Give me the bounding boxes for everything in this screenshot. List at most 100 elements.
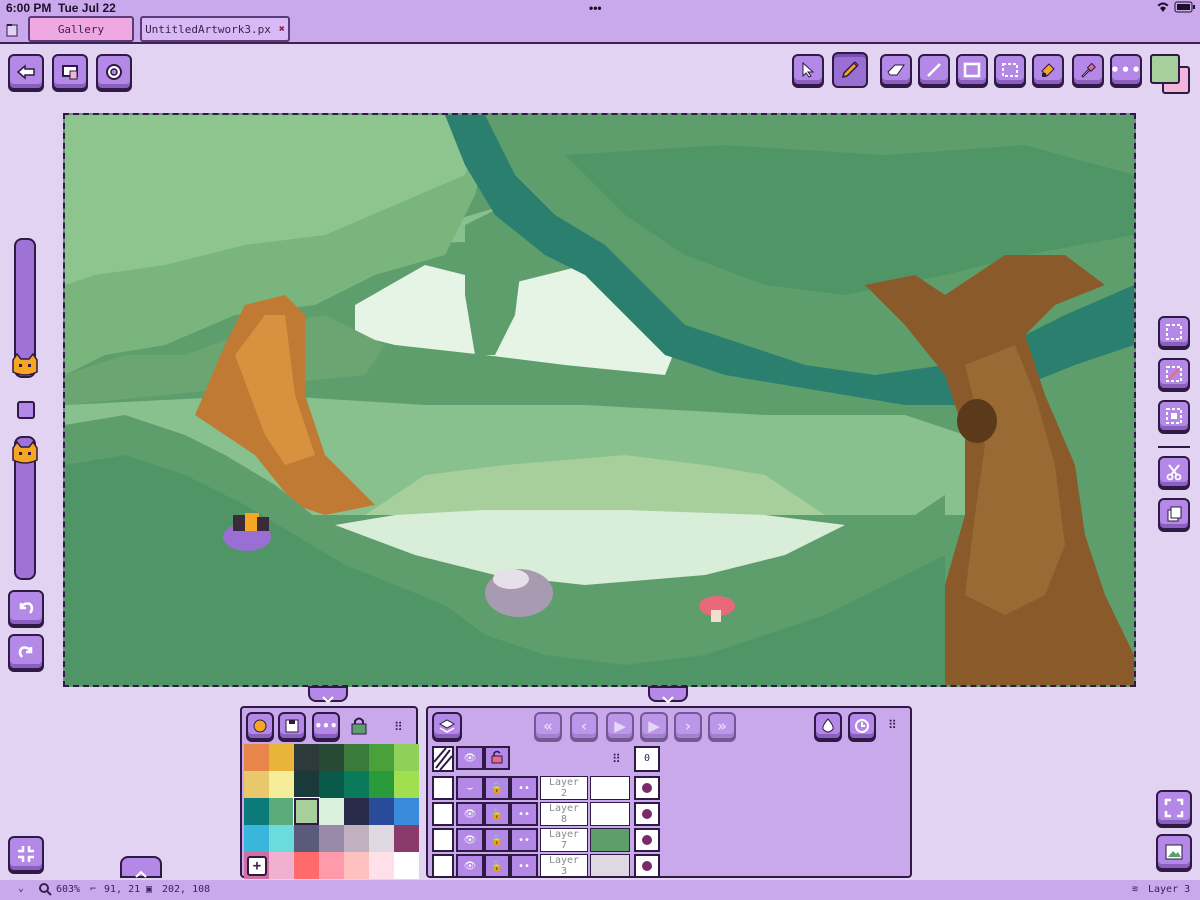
palette-swatch[interactable] xyxy=(369,744,394,771)
layer-link-toggle[interactable]: •• xyxy=(510,854,538,876)
palette-swatch[interactable] xyxy=(244,825,269,852)
palette-collapse-toggle[interactable] xyxy=(308,686,348,704)
last-frame-button[interactable]: » xyxy=(708,712,736,740)
palette-swatch[interactable] xyxy=(369,852,394,879)
move-tool-button[interactable] xyxy=(792,54,824,86)
reference-image-button[interactable] xyxy=(1156,834,1192,870)
canvas-settings-button[interactable] xyxy=(52,54,88,90)
layer-link-toggle[interactable]: •• xyxy=(510,828,538,852)
layer-select-checkbox[interactable] xyxy=(432,802,454,826)
palette-swatch[interactable] xyxy=(294,771,319,798)
palette-menu-button[interactable] xyxy=(246,712,274,740)
layer-frame-cell[interactable] xyxy=(634,776,660,800)
redo-button[interactable] xyxy=(8,634,44,670)
palette-swatch[interactable] xyxy=(369,798,394,825)
palette-swatch[interactable] xyxy=(244,798,269,825)
chevron-down-icon[interactable]: ⌄ xyxy=(18,883,24,894)
layer-frame-cell[interactable] xyxy=(634,802,660,826)
eraser-tool-button[interactable] xyxy=(880,54,912,86)
more-tools-button[interactable]: ••• xyxy=(1110,54,1142,86)
bottom-panel-expand-toggle[interactable] xyxy=(120,856,162,878)
layer-visibility-toggle[interactable]: 👁 xyxy=(456,828,484,852)
pencil-tool-button[interactable] xyxy=(832,52,868,88)
layer-visibility-toggle[interactable]: 👁 xyxy=(456,854,484,876)
palette-swatch[interactable] xyxy=(269,798,294,825)
fill-tool-button[interactable] xyxy=(1032,54,1064,86)
palette-swatch[interactable] xyxy=(319,825,344,852)
lock-all-toggle[interactable] xyxy=(484,746,510,770)
palette-swatch[interactable] xyxy=(319,771,344,798)
visibility-all-toggle[interactable]: 👁 xyxy=(456,746,484,770)
folder-icon[interactable] xyxy=(6,22,18,41)
first-frame-button[interactable]: « xyxy=(534,712,562,740)
palette-swatch[interactable] xyxy=(344,825,369,852)
drag-handle-icon[interactable]: ⠿ xyxy=(394,720,403,734)
multitask-dots[interactable]: ••• xyxy=(589,1,602,15)
close-tab-icon[interactable]: ✖ xyxy=(279,24,285,35)
fullscreen-button[interactable] xyxy=(1156,790,1192,826)
back-button[interactable] xyxy=(8,54,44,90)
palette-swatch[interactable] xyxy=(244,771,269,798)
palette-swatch[interactable] xyxy=(294,852,319,879)
palette-swatch[interactable] xyxy=(394,852,419,879)
palette-swatch[interactable] xyxy=(319,852,344,879)
layer-link-toggle[interactable]: •• xyxy=(510,802,538,826)
primary-color-swatch[interactable] xyxy=(1150,54,1180,84)
selection-tool-button[interactable] xyxy=(994,54,1026,86)
layer-link-toggle[interactable]: •• xyxy=(510,776,538,800)
deselect-button[interactable] xyxy=(1158,358,1190,390)
drawing-canvas[interactable] xyxy=(63,113,1136,687)
palette-swatch[interactable] xyxy=(394,825,419,852)
layer-row[interactable]: 👁 🔒 •• Layer 7 xyxy=(432,828,660,854)
layers-menu-button[interactable] xyxy=(432,712,462,740)
cut-button[interactable] xyxy=(1158,456,1190,488)
palette-swatch[interactable] xyxy=(269,825,294,852)
timing-button[interactable] xyxy=(848,712,876,740)
palette-swatch[interactable] xyxy=(369,825,394,852)
tab-untitled-artwork[interactable]: UntitledArtwork3.px ✖ xyxy=(140,16,290,42)
tab-gallery[interactable]: Gallery xyxy=(28,16,134,42)
palette-swatch[interactable] xyxy=(319,744,344,771)
brush-preview-square[interactable] xyxy=(17,401,35,419)
undo-button[interactable] xyxy=(8,590,44,626)
palette-swatch[interactable] xyxy=(394,744,419,771)
layer-name[interactable]: Layer 7 xyxy=(540,828,588,852)
layer-visibility-toggle[interactable]: 👁 xyxy=(456,802,484,826)
layer-name[interactable]: Layer 2 xyxy=(540,776,588,800)
frame-number[interactable]: 0 xyxy=(634,746,660,772)
palette-swatch[interactable] xyxy=(344,771,369,798)
settings-button[interactable] xyxy=(96,54,132,90)
lock-icon[interactable] xyxy=(350,716,368,740)
layer-frame-cell[interactable] xyxy=(634,828,660,852)
layer-row[interactable]: ⌣ 🔒 •• Layer 2 xyxy=(432,776,660,802)
layer-lock-toggle[interactable]: 🔒 xyxy=(484,828,510,852)
palette-swatch[interactable] xyxy=(294,744,319,771)
opacity-drop-button[interactable] xyxy=(814,712,842,740)
layer-name[interactable]: Layer 8 xyxy=(540,802,588,826)
layer-row[interactable]: 👁 🔒 •• Layer 8 xyxy=(432,802,660,828)
layer-select-checkbox[interactable] xyxy=(432,854,454,876)
save-palette-button[interactable] xyxy=(278,712,306,740)
eyedropper-tool-button[interactable] xyxy=(1072,54,1104,86)
palette-swatch[interactable] xyxy=(269,744,294,771)
add-color-button[interactable]: + xyxy=(247,856,267,876)
rectangle-tool-button[interactable] xyxy=(956,54,988,86)
play-button[interactable]: ▶ xyxy=(606,712,634,740)
drag-handle-icon[interactable]: ⠿ xyxy=(612,752,621,766)
layers-collapse-toggle[interactable] xyxy=(648,686,688,704)
layer-row[interactable]: 👁 🔒 •• Layer 3 xyxy=(432,854,660,876)
palette-swatch[interactable] xyxy=(369,771,394,798)
fit-canvas-button[interactable] xyxy=(8,836,44,872)
layer-lock-toggle[interactable]: 🔒 xyxy=(484,802,510,826)
layer-frame-cell[interactable] xyxy=(634,854,660,876)
invert-selection-button[interactable] xyxy=(1158,400,1190,432)
line-tool-button[interactable] xyxy=(918,54,950,86)
opacity-handle-cat-icon[interactable] xyxy=(10,440,40,466)
brush-size-handle-cat-icon[interactable] xyxy=(10,352,40,378)
palette-swatch[interactable] xyxy=(294,825,319,852)
palette-swatch[interactable] xyxy=(344,852,369,879)
reference-layer-checkbox[interactable] xyxy=(432,746,454,772)
layer-select-checkbox[interactable] xyxy=(432,828,454,852)
layer-lock-toggle[interactable]: 🔒 xyxy=(484,854,510,876)
palette-more-button[interactable]: ••• xyxy=(312,712,340,740)
